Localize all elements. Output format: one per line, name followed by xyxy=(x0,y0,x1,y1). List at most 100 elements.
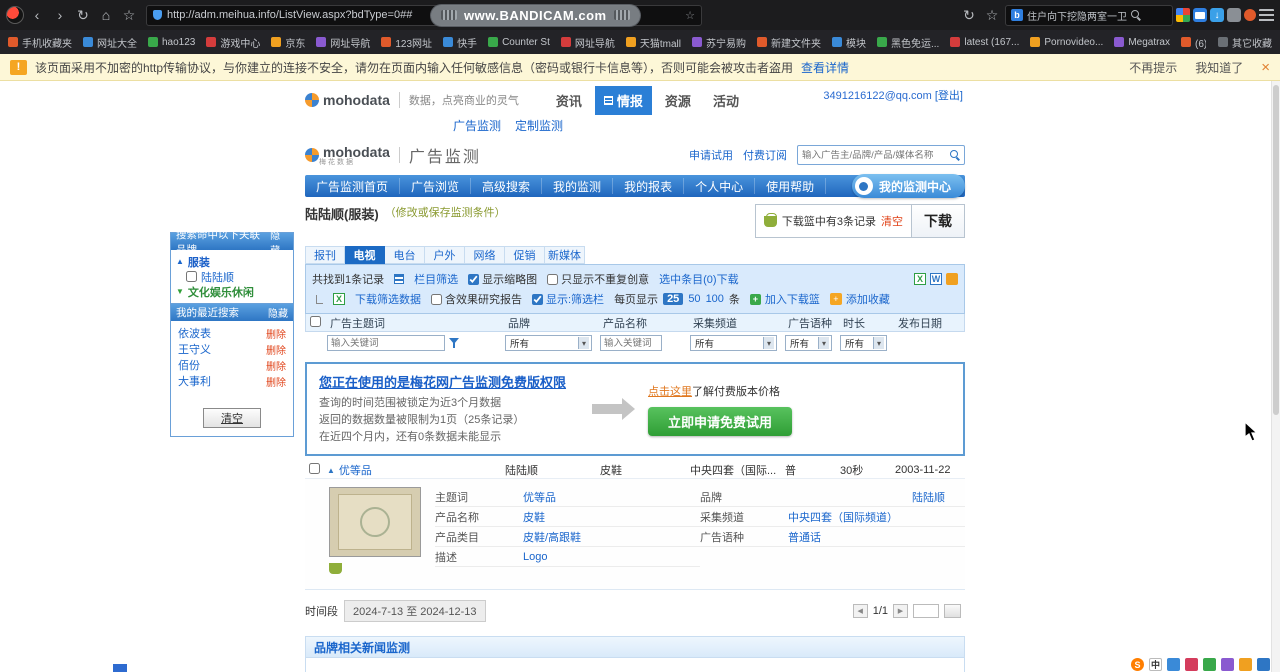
other-bookmarks-button[interactable]: 其它收藏 xyxy=(1218,35,1272,50)
tray-grid-icon[interactable] xyxy=(1257,658,1270,671)
subscribe-link[interactable]: 付费订阅 xyxy=(743,147,787,163)
per-page-100[interactable]: 100 xyxy=(706,293,724,305)
notice-title[interactable]: 您正在使用的是梅花网广告监测免费版权限 xyxy=(319,372,566,391)
bookmark-item[interactable]: 手机收藏夹 xyxy=(8,35,72,50)
distinct-only-checkbox[interactable] xyxy=(547,273,559,285)
nav-item-zixun[interactable]: 资讯 xyxy=(547,86,591,115)
word-export-icon[interactable]: W xyxy=(930,273,942,285)
notification-dot-icon[interactable] xyxy=(1244,9,1256,21)
excel-export-icon[interactable]: X xyxy=(914,273,926,285)
page-go-button[interactable] xyxy=(944,604,961,619)
delete-link[interactable]: 删除 xyxy=(266,374,286,389)
brand-checkbox[interactable] xyxy=(186,271,197,282)
subnav-ad-monitor[interactable]: 广告监测 xyxy=(453,117,501,135)
tray-heart-icon[interactable] xyxy=(1185,658,1198,671)
show-filter-bar-option[interactable]: 显示:筛选栏 xyxy=(532,291,604,307)
recent-search-link[interactable]: 佰份 xyxy=(178,357,200,373)
column-header[interactable]: 采集频道 xyxy=(691,315,786,331)
bookmark-item[interactable]: Counter St xyxy=(488,37,550,48)
quick-search-box[interactable]: 住户向下挖隐两室一卫 xyxy=(1005,4,1173,26)
nav-item-huodong[interactable]: 活动 xyxy=(704,86,748,115)
download-button[interactable]: 下载 xyxy=(911,205,964,237)
logout-link[interactable]: [登出] xyxy=(935,90,963,102)
trial-link[interactable]: 申请试用 xyxy=(689,147,733,163)
bookmark-item[interactable]: hao123 xyxy=(148,37,195,48)
product-filter-input[interactable] xyxy=(600,335,662,351)
add-favorite-link[interactable]: 添加收藏 xyxy=(846,291,890,307)
media-tab[interactable]: 电台 xyxy=(385,246,425,264)
related-panel-hide-button[interactable]: 隐藏 xyxy=(270,227,288,257)
monitor-center-button[interactable]: 我的监测中心 xyxy=(851,174,965,198)
mohodata-logo-text[interactable]: mohodata xyxy=(323,92,390,108)
warning-details-link[interactable]: 查看详情 xyxy=(801,59,849,76)
with-report-checkbox[interactable] xyxy=(431,293,442,305)
bookmark-item[interactable]: 苏宁易购 xyxy=(692,35,746,50)
result-keyword-link[interactable]: 优等品 xyxy=(339,462,372,478)
bookmark-item[interactable]: 天猫tmall xyxy=(625,35,681,50)
ad-thumbnail[interactable] xyxy=(329,487,421,558)
search-icon[interactable] xyxy=(1131,10,1141,20)
bookmark-item[interactable]: Pornovideo... xyxy=(1030,37,1103,48)
forward-icon[interactable] xyxy=(50,5,70,25)
main-nav-item[interactable]: 广告浏览 xyxy=(400,178,472,194)
basket-clear-link[interactable]: 清空 xyxy=(881,213,903,229)
column-header[interactable]: 品牌 xyxy=(506,315,601,331)
delete-link[interactable]: 删除 xyxy=(266,342,286,357)
star-icon[interactable] xyxy=(119,5,139,25)
media-tab[interactable]: 报刊 xyxy=(305,246,345,264)
tray-tool-icon[interactable] xyxy=(1203,658,1216,671)
page-number-input[interactable] xyxy=(913,604,939,619)
detail-value-link[interactable]: 皮鞋 xyxy=(523,509,545,525)
recent-search-link[interactable]: 大事利 xyxy=(178,373,211,389)
main-nav-item[interactable]: 我的报表 xyxy=(613,178,685,194)
keyword-filter-input[interactable] xyxy=(327,335,445,351)
delete-link[interactable]: 删除 xyxy=(266,358,286,373)
brand-news-title-link[interactable]: 品牌相关新闻监测 xyxy=(314,639,410,656)
detail-value-link[interactable]: 陆陆顺 xyxy=(912,489,945,505)
close-icon[interactable] xyxy=(1261,59,1270,76)
brand-group[interactable]: 文化娱乐休闲 xyxy=(176,284,288,299)
channel-filter-select[interactable]: 所有 ▾ xyxy=(690,335,777,351)
tray-keyboard-icon[interactable] xyxy=(1167,658,1180,671)
detail-value-link[interactable]: 普通话 xyxy=(788,529,821,545)
with-report-option[interactable]: 含效果研究报告 xyxy=(431,291,522,307)
add-to-basket-link[interactable]: 加入下载篮 xyxy=(765,291,820,307)
media-tab[interactable]: 电视 xyxy=(345,246,385,264)
select-all-checkbox[interactable] xyxy=(310,315,321,327)
warning-dismiss-button[interactable]: 不再提示 xyxy=(1129,59,1177,76)
clear-button[interactable]: 清空 xyxy=(203,408,261,428)
bookmark-item[interactable]: 网址大全 xyxy=(83,35,137,50)
delete-link[interactable]: 删除 xyxy=(266,326,286,341)
bookmark-item[interactable]: Megatrax xyxy=(1114,37,1170,48)
date-range-value[interactable]: 2024-7-13 至 2024-12-13 xyxy=(344,600,486,623)
per-page-50[interactable]: 50 xyxy=(688,293,700,305)
download-icon[interactable] xyxy=(1210,8,1224,22)
home-icon[interactable] xyxy=(96,5,116,25)
search-icon[interactable] xyxy=(950,150,960,160)
detail-value-link[interactable]: Logo xyxy=(523,551,547,563)
row-checkbox[interactable] xyxy=(309,463,320,475)
bookmark-item[interactable]: latest (167... xyxy=(950,37,1019,48)
basket-icon[interactable] xyxy=(329,563,342,575)
recent-search-link[interactable]: 依波表 xyxy=(178,325,211,341)
brand-filter-select[interactable]: 所有 ▾ xyxy=(505,335,592,351)
sogou-input-icon[interactable]: S xyxy=(1131,658,1144,671)
page-scrollbar[interactable] xyxy=(1271,81,1280,672)
site-search-input[interactable] xyxy=(802,149,947,161)
column-filter-link[interactable]: 栏目筛选 xyxy=(414,271,458,287)
bookmark-item[interactable]: 123网址 xyxy=(381,35,432,50)
media-tab[interactable]: 户外 xyxy=(425,246,465,264)
nav-item-ziyuan[interactable]: 资源 xyxy=(656,86,700,115)
scrollbar-thumb[interactable] xyxy=(1273,85,1279,415)
download-filtered-link[interactable]: 下载筛选数据 xyxy=(355,291,421,307)
distinct-only-option[interactable]: 只显示不重复创意 xyxy=(547,271,649,287)
duration-filter-select[interactable]: 所有 ▾ xyxy=(840,335,887,351)
edit-condition-link[interactable]: （修改或保存监测条件） xyxy=(385,204,506,220)
show-filter-bar-checkbox[interactable] xyxy=(532,293,543,305)
bookmark-item[interactable]: 黑色免运... xyxy=(877,35,939,50)
history-icon[interactable] xyxy=(959,5,979,25)
media-tab[interactable]: 网络 xyxy=(465,246,505,264)
main-nav-item[interactable]: 使用帮助 xyxy=(755,178,827,194)
menu-icon[interactable] xyxy=(1259,8,1274,22)
chinese-input-icon[interactable]: 中 xyxy=(1149,658,1162,671)
